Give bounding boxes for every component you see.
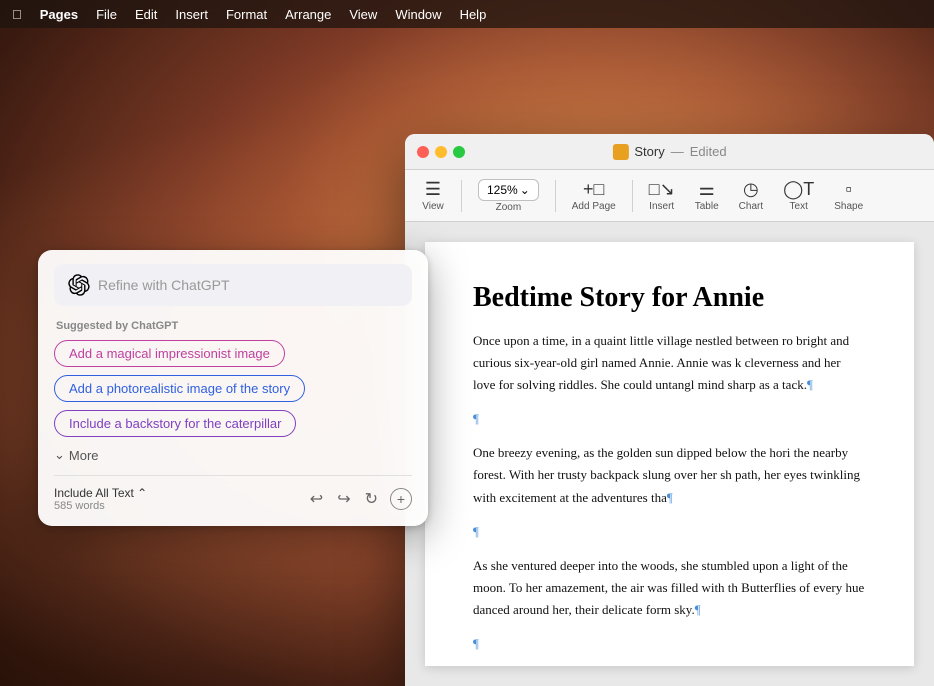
chatgpt-logo-icon: [68, 274, 90, 296]
suggestion-2[interactable]: Add a photorealistic image of the story: [54, 375, 305, 402]
menu-window[interactable]: Window: [395, 7, 441, 22]
toolbar-divider-1: [461, 180, 462, 212]
footer-actions: ↩ ↪ ↻ +: [308, 487, 412, 511]
table-icon: ⚌: [699, 179, 715, 201]
traffic-lights[interactable]: [417, 146, 465, 158]
suggestion-1[interactable]: Add a magical impressionist image: [54, 340, 285, 367]
paragraph-break-2: ¶: [473, 521, 866, 543]
chatgpt-panel: Suggested by ChatGPT Add a magical impre…: [38, 250, 428, 526]
toolbar-zoom[interactable]: 125% ⌄ Zoom: [470, 175, 547, 217]
insert-icon: □↘: [649, 179, 675, 201]
add-button[interactable]: +: [390, 488, 412, 510]
menu-file[interactable]: File: [96, 7, 117, 22]
pages-window: Story — Edited ☰ View 125% ⌄ Zoom +□ Add…: [405, 134, 934, 686]
view-icon: ☰: [425, 179, 441, 201]
add-page-icon: +□: [583, 179, 604, 201]
edited-badge: Edited: [690, 144, 727, 159]
zoom-value: 125%: [487, 183, 518, 197]
menu-arrange[interactable]: Arrange: [285, 7, 331, 22]
close-button[interactable]: [417, 146, 429, 158]
refresh-button[interactable]: ↻: [363, 487, 380, 511]
document-area[interactable]: Bedtime Story for Annie Once upon a time…: [405, 222, 934, 686]
paragraph-2: One breezy evening, as the golden sun di…: [473, 442, 866, 508]
chevron-down-icon: ⌄: [54, 447, 65, 463]
document-title: Story: [634, 144, 664, 159]
include-text[interactable]: Include All Text ⌃: [54, 486, 147, 500]
panel-footer: Include All Text ⌃ 585 words ↩ ↪ ↻ +: [54, 475, 412, 512]
paragraph-3: As she ventured deeper into the woods, s…: [473, 555, 866, 621]
menu-insert[interactable]: Insert: [175, 7, 208, 22]
refine-input[interactable]: [98, 277, 398, 293]
shape-icon: ▫: [846, 179, 852, 201]
toolbar: ☰ View 125% ⌄ Zoom +□ Add Page □↘ Insert…: [405, 170, 934, 222]
paragraph-break-3: ¶: [473, 633, 866, 655]
paragraph-1: Once upon a time, in a quaint little vil…: [473, 330, 866, 396]
footer-info: Include All Text ⌃ 585 words: [54, 486, 147, 512]
paragraph-break-1: ¶: [473, 408, 866, 430]
menu-view[interactable]: View: [349, 7, 377, 22]
refine-bar[interactable]: [54, 264, 412, 306]
toolbar-insert[interactable]: □↘ Insert: [641, 175, 683, 217]
word-count: 585 words: [54, 500, 147, 512]
text-icon: ◯T: [783, 179, 814, 201]
more-button[interactable]: ⌄ More: [54, 445, 99, 465]
suggestion-3[interactable]: Include a backstory for the caterpillar: [54, 410, 296, 437]
zoom-chevron: ⌄: [520, 183, 530, 197]
menu-bar:  Pages File Edit Insert Format Arrange …: [0, 0, 934, 28]
menu-format[interactable]: Format: [226, 7, 267, 22]
toolbar-text[interactable]: ◯T Text: [775, 175, 822, 217]
apple-menu[interactable]: : [12, 7, 22, 22]
toolbar-shape[interactable]: ▫ Shape: [826, 175, 871, 217]
suggestions-list: Add a magical impressionist image Add a …: [54, 340, 412, 445]
title-bar: Story — Edited: [405, 134, 934, 170]
window-title-area: Story — Edited: [612, 144, 726, 160]
document-heading: Bedtime Story for Annie: [473, 282, 866, 314]
suggestions-label: Suggested by ChatGPT: [54, 320, 412, 332]
zoom-control[interactable]: 125% ⌄: [478, 179, 539, 201]
menu-edit[interactable]: Edit: [135, 7, 157, 22]
toolbar-table[interactable]: ⚌ Table: [687, 175, 727, 217]
toolbar-divider-2: [555, 180, 556, 212]
chart-icon: ◷: [743, 179, 759, 201]
menu-help[interactable]: Help: [460, 7, 487, 22]
undo-button[interactable]: ↩: [308, 487, 325, 511]
document-page: Bedtime Story for Annie Once upon a time…: [425, 242, 914, 666]
toolbar-view[interactable]: ☰ View: [413, 175, 453, 217]
maximize-button[interactable]: [453, 146, 465, 158]
toolbar-divider-3: [632, 180, 633, 212]
toolbar-chart[interactable]: ◷ Chart: [731, 175, 771, 217]
minimize-button[interactable]: [435, 146, 447, 158]
menu-pages[interactable]: Pages: [40, 7, 78, 22]
toolbar-add-page[interactable]: +□ Add Page: [564, 175, 624, 217]
document-icon: [612, 144, 628, 160]
redo-button[interactable]: ↪: [335, 487, 352, 511]
